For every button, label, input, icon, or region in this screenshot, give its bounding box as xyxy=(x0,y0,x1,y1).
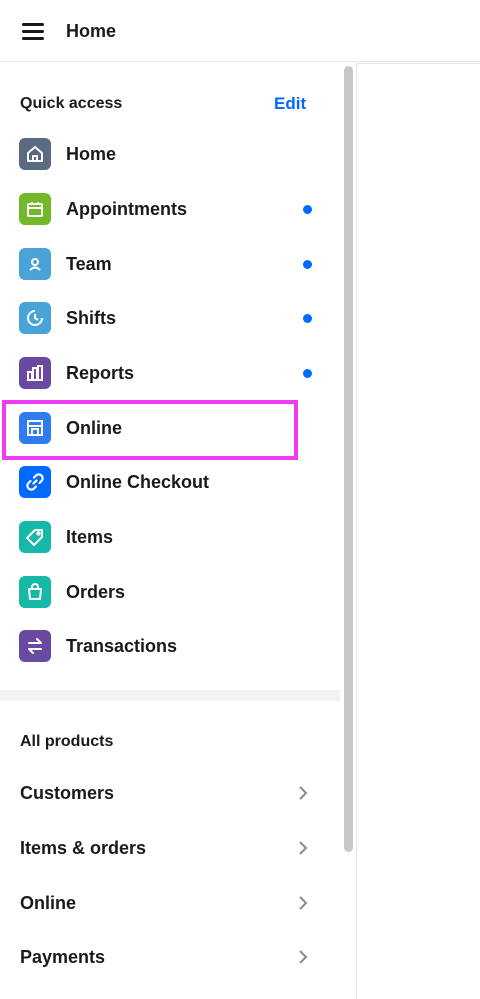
quick-access-label: Team xyxy=(66,254,112,274)
edit-quick-access-link[interactable]: Edit xyxy=(274,94,306,114)
top-bar: Home xyxy=(0,0,480,62)
quick-access-item-transactions[interactable]: Transactions xyxy=(0,620,330,672)
all-products-label: Online xyxy=(20,893,77,913)
chevron-right-icon xyxy=(299,896,308,910)
hamburger-icon[interactable] xyxy=(20,20,46,42)
all-products-label: Payments xyxy=(20,947,106,967)
all-products-item-online[interactable]: Online xyxy=(0,876,330,930)
quick-access-item-reports[interactable]: Reports xyxy=(0,347,330,399)
shopping-bag-icon xyxy=(19,576,51,608)
person-icon xyxy=(19,248,51,280)
quick-access-label: Home xyxy=(66,144,117,164)
chevron-right-icon xyxy=(299,950,308,964)
all-products-label: Items & orders xyxy=(20,838,147,858)
main-panel-border xyxy=(357,63,480,64)
tag-icon xyxy=(19,521,51,553)
quick-access-label: Orders xyxy=(66,582,126,602)
quick-access-label: Items xyxy=(66,527,114,547)
chevron-right-icon xyxy=(299,841,308,855)
quick-access-item-appointments[interactable]: Appointments xyxy=(0,183,330,235)
all-products-label: Customers xyxy=(20,783,115,803)
panel-divider xyxy=(356,63,357,999)
all-products-item-customers[interactable]: Customers xyxy=(0,766,330,820)
quick-access-heading: Quick access xyxy=(20,95,123,112)
quick-access-label: Online Checkout xyxy=(66,472,210,492)
bar-chart-icon xyxy=(19,357,51,389)
quick-access-label: Shifts xyxy=(66,308,117,328)
quick-access-label: Reports xyxy=(66,363,135,383)
notification-dot xyxy=(303,314,312,323)
page-title: Home xyxy=(66,21,117,41)
quick-access-label: Online xyxy=(66,418,123,438)
clock-icon xyxy=(19,302,51,334)
quick-access-item-home[interactable]: Home xyxy=(0,128,330,180)
calendar-icon xyxy=(19,193,51,225)
quick-access-item-orders[interactable]: Orders xyxy=(0,566,330,618)
scrollbar-thumb[interactable] xyxy=(344,66,353,852)
all-products-item-payments[interactable]: Payments xyxy=(0,930,330,984)
home-icon xyxy=(19,138,51,170)
quick-access-item-items[interactable]: Items xyxy=(0,511,330,563)
notification-dot xyxy=(303,260,312,269)
swap-arrows-icon xyxy=(19,630,51,662)
storefront-icon xyxy=(19,412,51,444)
quick-access-item-team[interactable]: Team xyxy=(0,238,330,290)
all-products-item-items-orders[interactable]: Items & orders xyxy=(0,821,330,875)
chevron-right-icon xyxy=(299,786,308,800)
quick-access-label: Appointments xyxy=(66,199,187,219)
section-separator xyxy=(0,690,340,701)
quick-access-label: Transactions xyxy=(66,636,178,656)
all-products-heading: All products xyxy=(20,733,114,750)
notification-dot xyxy=(303,369,312,378)
notification-dot xyxy=(303,205,312,214)
quick-access-item-online-checkout[interactable]: Online Checkout xyxy=(0,456,330,508)
link-icon xyxy=(19,466,51,498)
quick-access-item-shifts[interactable]: Shifts xyxy=(0,292,330,344)
quick-access-item-online[interactable]: Online xyxy=(0,402,330,454)
